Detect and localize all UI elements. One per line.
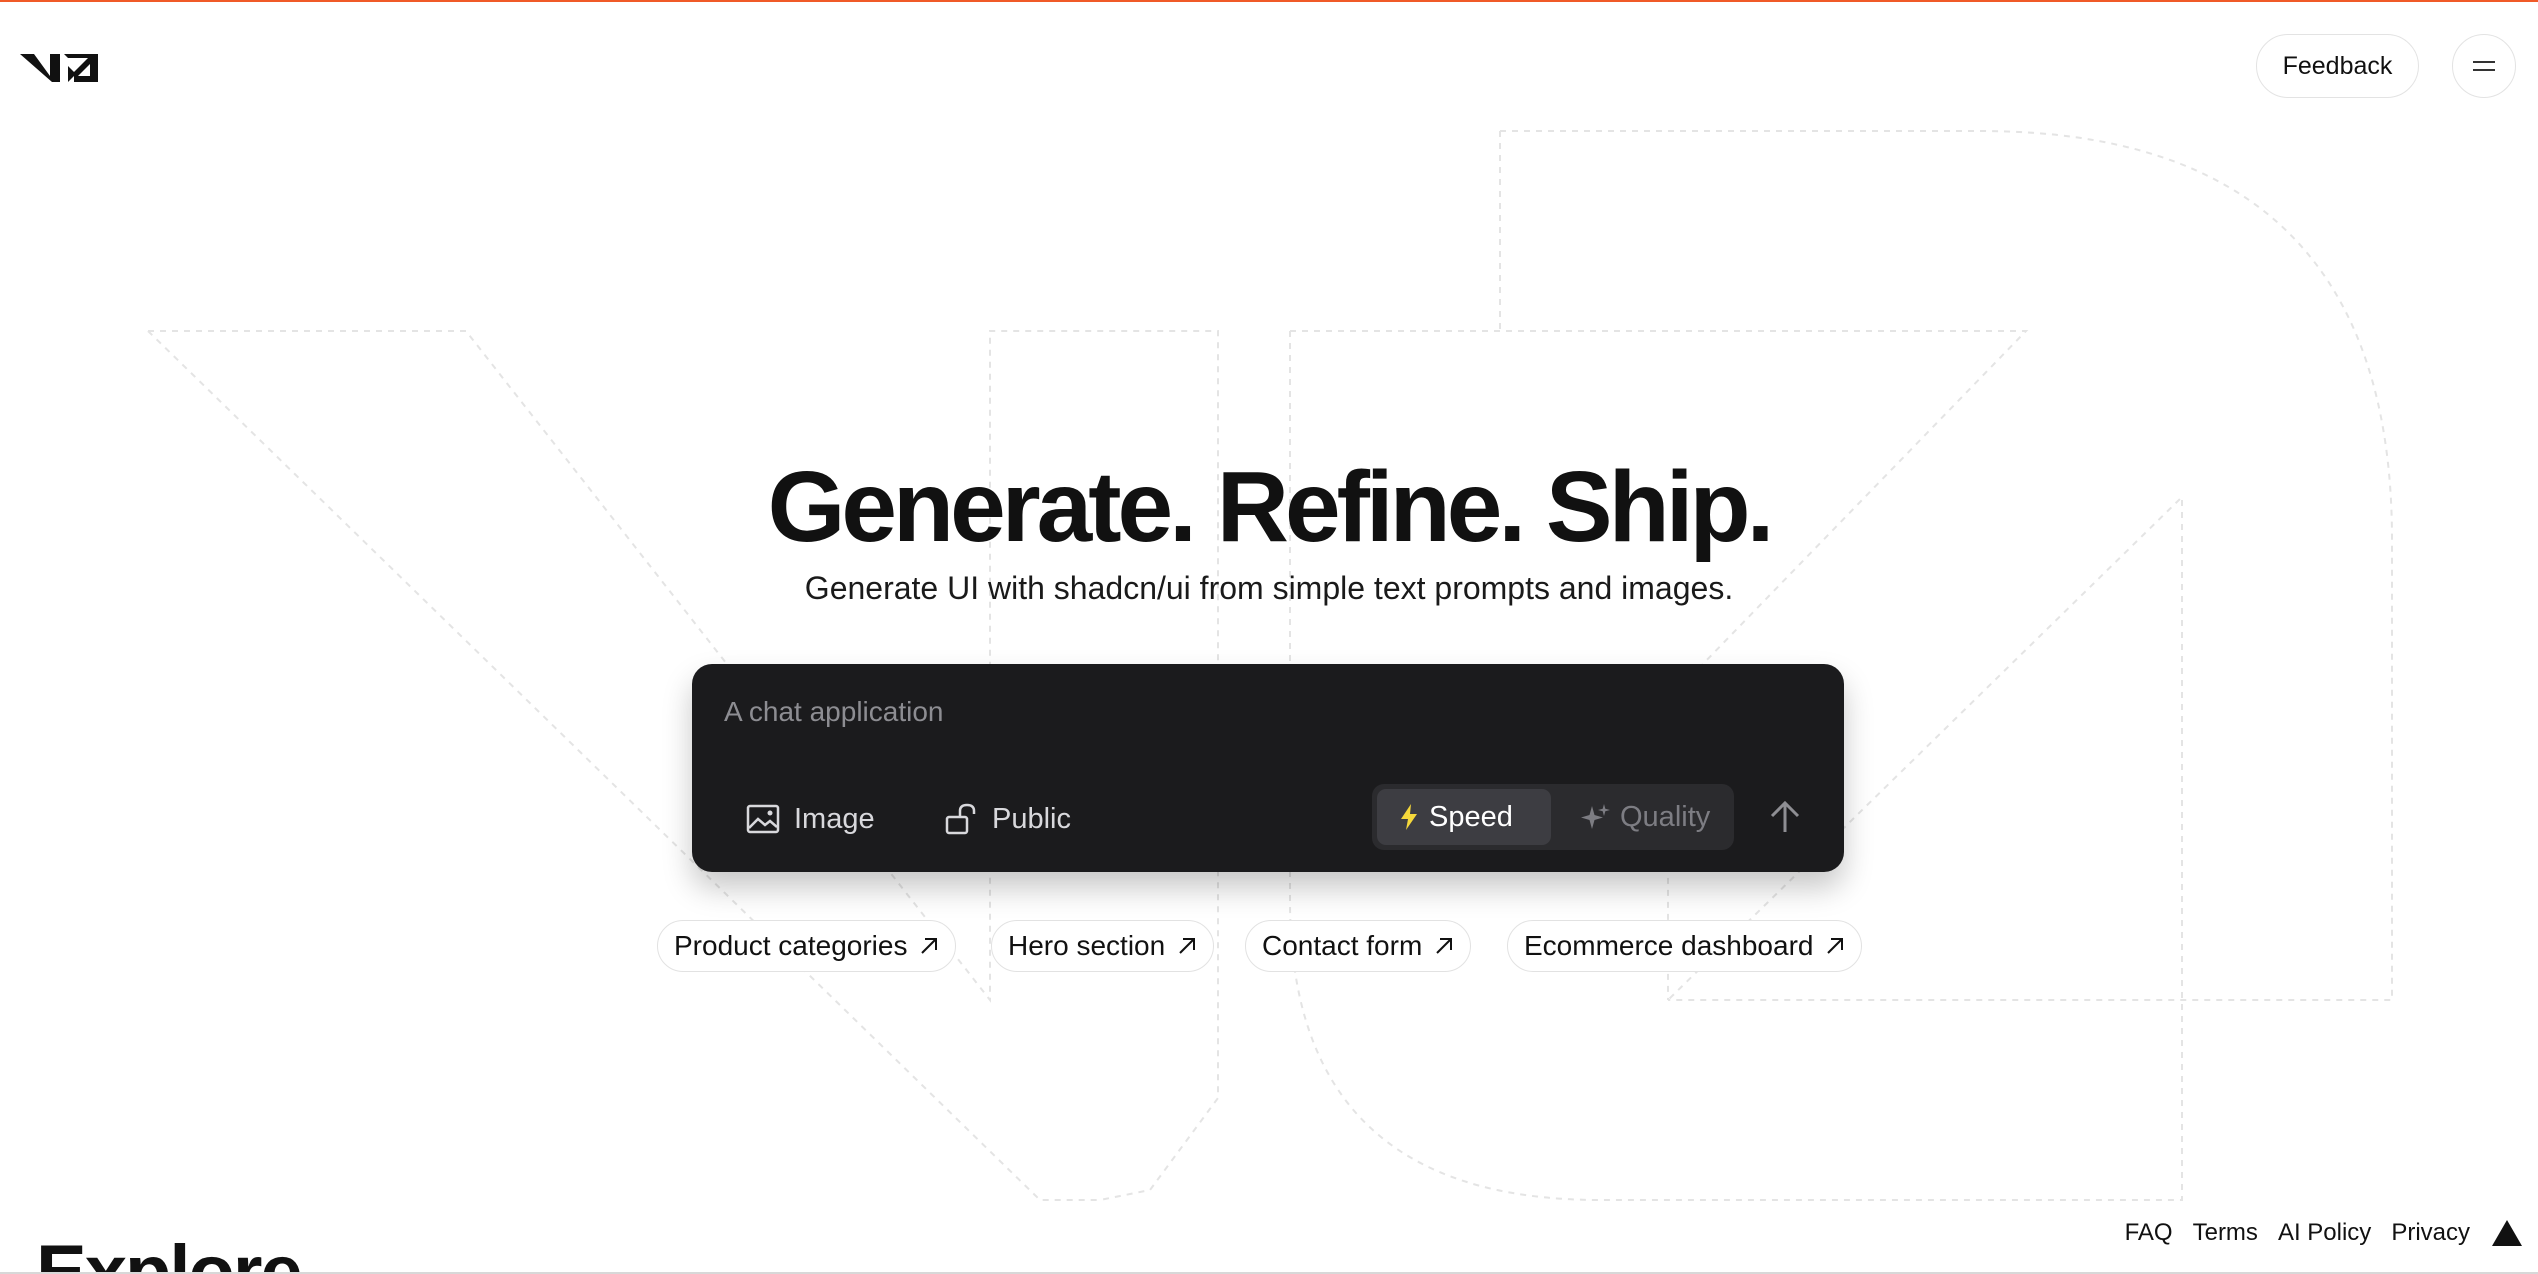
suggestion-label: Hero section — [1008, 930, 1166, 961]
background-logo-art — [147, 130, 2393, 1201]
suggestion-chip[interactable]: Product categories — [657, 920, 957, 972]
lightning-icon — [1401, 804, 1417, 830]
sparkle-icon — [1581, 804, 1610, 829]
image-button-label: Image — [794, 802, 875, 835]
vercel-triangle-icon[interactable] — [2490, 1218, 2524, 1248]
hero-title: Generate. Refine. Ship. — [767, 451, 1775, 563]
feedback-button[interactable]: Feedback — [2256, 34, 2419, 98]
suggestion-label: Ecommerce dashboard — [1524, 930, 1814, 961]
suggestion-chip[interactable]: Hero section — [991, 920, 1215, 972]
footer-link-privacy[interactable]: Privacy — [2391, 1219, 2470, 1247]
footer-link-faq[interactable]: FAQ — [2125, 1219, 2173, 1247]
explore-heading: Explore — [36, 1230, 303, 1274]
suggestion-chip[interactable]: Ecommerce dashboard — [1507, 920, 1863, 972]
footer-link-ai-policy[interactable]: AI Policy — [2278, 1219, 2371, 1247]
image-upload-button[interactable]: Image — [746, 794, 875, 844]
arrow-up-right-icon — [1827, 938, 1844, 954]
menu-icon — [2473, 61, 2495, 71]
image-icon — [746, 804, 780, 834]
prompt-box: Image Public Speed Quality — [692, 664, 1844, 872]
mode-toggle: Speed Quality — [1372, 784, 1734, 850]
arrow-up-right-icon — [921, 938, 938, 954]
footer-links: FAQ Terms AI Policy Privacy — [2125, 1216, 2524, 1250]
mode-speed-label: Speed — [1429, 800, 1513, 833]
prompt-input[interactable] — [724, 690, 1804, 734]
mode-quality-option[interactable]: Quality — [1558, 789, 1732, 845]
hero-subtitle: Generate UI with shadcn/ui from simple t… — [804, 570, 1734, 606]
suggestion-chip[interactable]: Contact form — [1245, 920, 1472, 972]
v0-logo-icon[interactable] — [20, 46, 102, 86]
arrow-up-right-icon — [1436, 938, 1453, 954]
mode-speed-option[interactable]: Speed — [1377, 789, 1551, 845]
suggestion-label: Contact form — [1262, 930, 1423, 961]
menu-button[interactable] — [2452, 34, 2516, 98]
suggestion-label: Product categories — [674, 930, 908, 961]
footer-link-terms[interactable]: Terms — [2193, 1219, 2258, 1247]
top-accent-line — [0, 0, 2538, 2]
unlock-icon — [945, 803, 976, 835]
mode-quality-label: Quality — [1620, 800, 1711, 833]
arrow-up-right-icon — [1179, 938, 1196, 954]
visibility-button[interactable]: Public — [944, 794, 1071, 844]
arrow-up-icon — [1770, 800, 1800, 832]
visibility-button-label: Public — [992, 802, 1071, 835]
send-button[interactable] — [1754, 786, 1816, 848]
